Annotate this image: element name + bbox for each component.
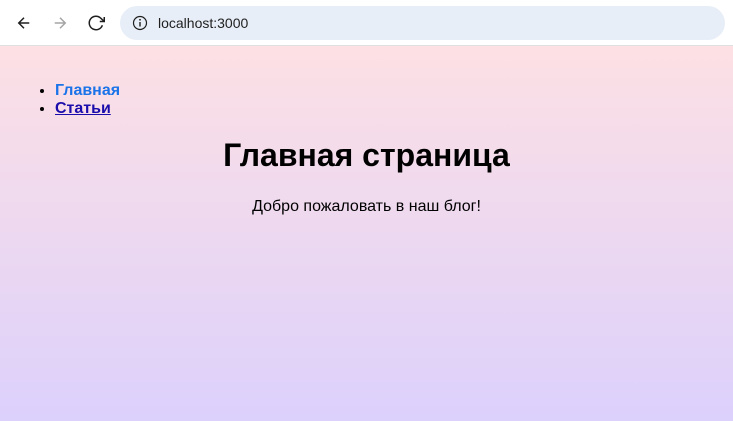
nav-link-articles[interactable]: Статьи bbox=[55, 100, 111, 117]
forward-button[interactable] bbox=[44, 7, 76, 39]
reload-icon bbox=[88, 15, 105, 30]
page-subtitle: Добро пожаловать в наш блог! bbox=[252, 198, 481, 216]
url-text: localhost:3000 bbox=[158, 14, 249, 31]
address-bar[interactable]: localhost:3000 bbox=[120, 5, 725, 40]
page-content: Главная Статьи Главная страница Добро по… bbox=[0, 46, 733, 421]
nav-link-home[interactable]: Главная bbox=[55, 82, 120, 99]
arrow-left-icon bbox=[17, 16, 30, 29]
browser-chrome: localhost:3000 bbox=[0, 0, 733, 46]
nav-item-articles: Статьи bbox=[55, 100, 693, 118]
back-button[interactable] bbox=[8, 7, 40, 39]
nav-buttons bbox=[8, 7, 112, 39]
page-title: Главная страница bbox=[223, 137, 510, 174]
info-icon[interactable] bbox=[132, 15, 148, 31]
arrow-right-icon bbox=[54, 16, 67, 29]
nav-item-home: Главная bbox=[55, 82, 693, 100]
reload-button[interactable] bbox=[80, 7, 112, 39]
nav-list: Главная Статьи bbox=[55, 82, 693, 117]
